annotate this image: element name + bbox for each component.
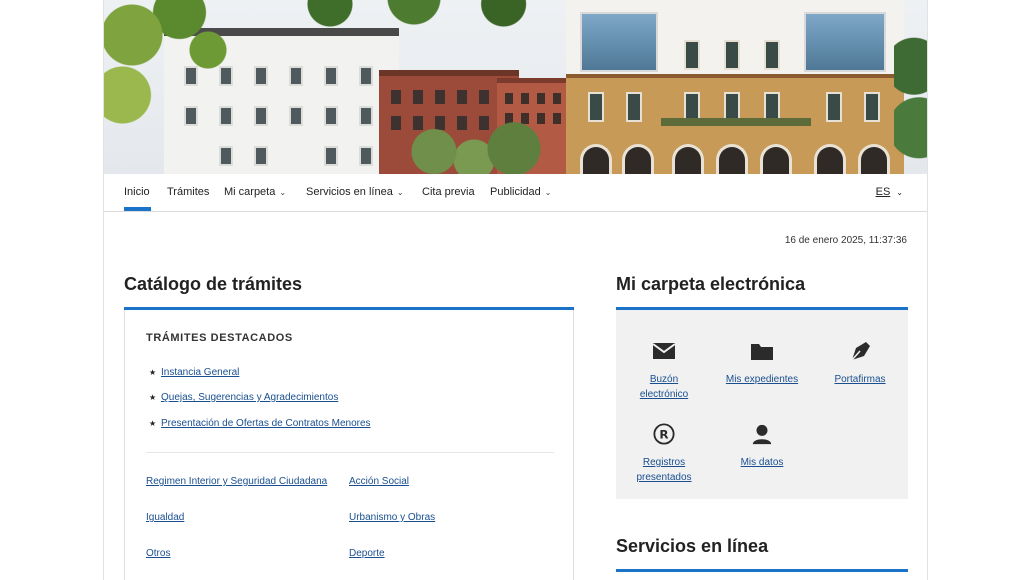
nav-item-cita-previa[interactable]: Cita previa	[422, 186, 475, 198]
nav-item-servicios-en-linea[interactable]: Servicios en línea ⌄	[306, 186, 404, 198]
chevron-down-icon: ⌄	[544, 188, 552, 197]
nav-active-indicator	[124, 207, 151, 211]
tile-label: Portafirmas	[834, 374, 886, 385]
tile-label: Mis datos	[740, 457, 784, 468]
category-link-urbanismo[interactable]: Urbanismo y Obras	[349, 512, 435, 523]
category-link-deporte[interactable]: Deporte	[349, 548, 385, 559]
tile-registros-presentados[interactable]: R Registros presentados	[616, 423, 712, 485]
nav-item-mi-carpeta[interactable]: Mi carpeta ⌄	[224, 186, 286, 198]
nav-label: Mi carpeta	[224, 186, 276, 198]
current-datetime: 16 de enero 2025, 11:37:36	[784, 235, 907, 246]
foliage-left	[104, 0, 284, 140]
nav-label: Inicio	[124, 186, 150, 198]
carpeta-heading: Mi carpeta electrónica	[616, 274, 806, 294]
carpeta-panel: Buzón electrónico Mis expedientes Portaf…	[616, 310, 908, 499]
envelope-icon	[652, 343, 676, 359]
nav-item-publicidad[interactable]: Publicidad ⌄	[490, 186, 551, 198]
tile-label: Buzón	[649, 374, 679, 385]
nav-label: Trámites	[167, 186, 210, 198]
category-link-regimen-interior[interactable]: Regimen Interior y Seguridad Ciudadana	[146, 476, 327, 487]
folder-icon	[751, 344, 773, 360]
tile-label: presentados	[636, 472, 692, 483]
servicios-heading-underline	[616, 569, 908, 572]
tree-right	[894, 20, 927, 174]
svg-text:R: R	[659, 428, 668, 442]
town-hall-building	[566, 0, 904, 174]
nav-item-inicio[interactable]: Inicio	[124, 186, 150, 198]
catalog-heading: Catálogo de trámites	[124, 274, 303, 294]
featured-link-quejas[interactable]: Quejas, Sugerencias y Agradecimientos	[149, 392, 338, 403]
main-nav: Inicio Trámites Mi carpeta ⌄ Servicios en…	[104, 174, 927, 212]
category-link-igualdad[interactable]: Igualdad	[146, 512, 184, 523]
category-link-otros[interactable]: Otros	[146, 548, 170, 559]
registered-icon: R	[653, 423, 675, 445]
user-icon	[752, 424, 772, 445]
tile-label: electrónico	[639, 389, 689, 400]
nav-label: Publicidad	[490, 186, 541, 198]
featured-link-instancia-general[interactable]: Instancia General	[149, 367, 239, 378]
nav-label: Servicios en línea	[306, 186, 393, 198]
chevron-down-icon: ⌄	[279, 188, 287, 197]
chevron-down-icon: ⌄	[396, 188, 404, 197]
tile-mis-expedientes[interactable]: Mis expedientes	[714, 340, 810, 387]
servicios-heading: Servicios en línea	[616, 536, 769, 556]
featured-title: TRÁMITES DESTACADOS	[146, 332, 293, 344]
header-banner-photo	[104, 0, 927, 174]
pen-nib-icon	[851, 342, 870, 361]
tile-portafirmas[interactable]: Portafirmas	[812, 340, 908, 387]
language-selector[interactable]: ES ⌄	[876, 186, 903, 198]
nav-label: Cita previa	[422, 186, 475, 198]
featured-link-contratos-menores[interactable]: Presentación de Ofertas de Contratos Men…	[149, 418, 371, 429]
nav-item-tramites[interactable]: Trámites	[167, 186, 209, 198]
page-frame: Inicio Trámites Mi carpeta ⌄ Servicios en…	[103, 0, 928, 580]
tile-mis-datos[interactable]: Mis datos	[714, 423, 810, 470]
tile-label: Registros	[642, 457, 686, 468]
language-label: ES	[875, 186, 891, 198]
category-link-accion-social[interactable]: Acción Social	[349, 476, 409, 487]
foliage-top	[274, 0, 554, 40]
tile-label: Mis expedientes	[725, 374, 799, 385]
catalog-panel: TRÁMITES DESTACADOS Instancia General Qu…	[124, 310, 574, 580]
chevron-down-icon: ⌄	[896, 188, 903, 197]
catalog-divider	[146, 452, 554, 453]
street-trees	[374, 118, 574, 174]
tile-buzon-electronico[interactable]: Buzón electrónico	[616, 340, 712, 402]
